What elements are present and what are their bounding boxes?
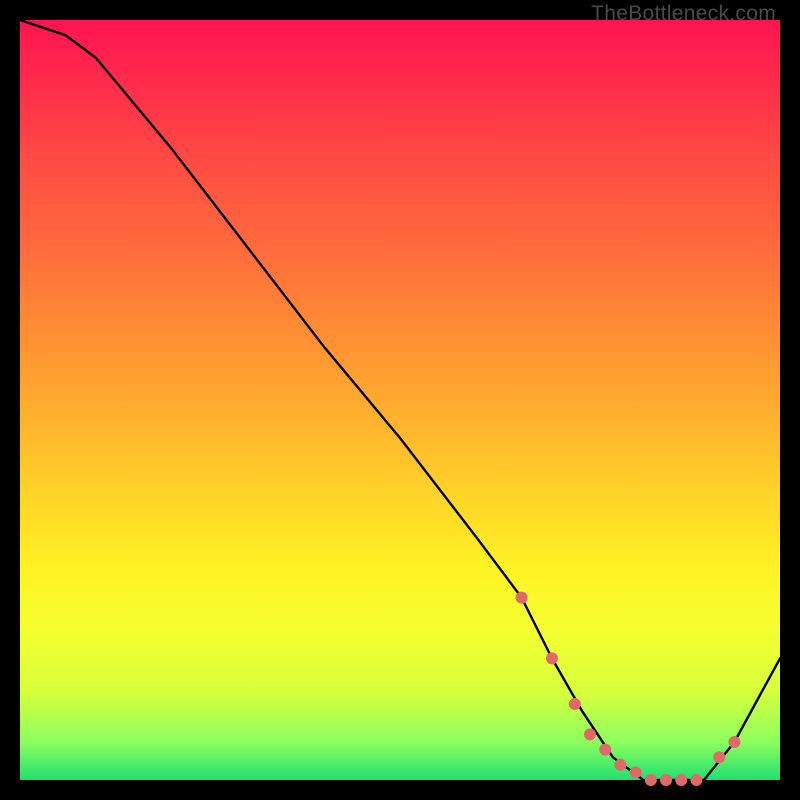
curve-marker [728,736,740,748]
curve-marker [569,698,581,710]
curve-marker [645,774,657,786]
curve-markers [516,592,741,786]
curve-marker [713,751,725,763]
curve-marker [584,728,596,740]
watermark-text: TheBottleneck.com [591,2,776,26]
bottleneck-curve [20,20,780,780]
curve-marker [614,759,626,771]
curve-marker [546,652,558,664]
curve-marker [599,744,611,756]
curve-marker [630,766,642,778]
curve-marker [516,592,528,604]
chart-svg [20,20,780,780]
curve-marker [690,774,702,786]
chart-stage: TheBottleneck.com [0,0,800,800]
curve-marker [660,774,672,786]
curve-marker [675,774,687,786]
